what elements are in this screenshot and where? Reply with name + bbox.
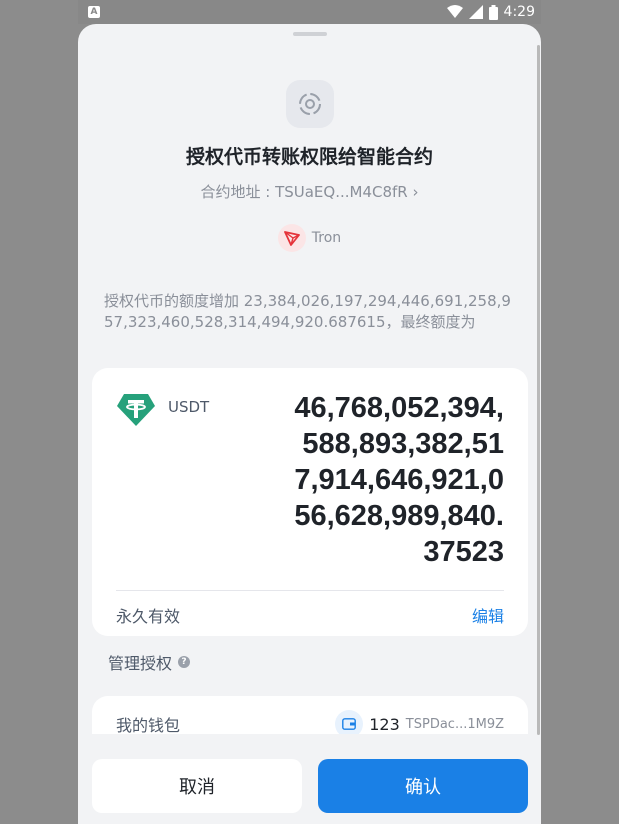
- scrollbar[interactable]: [537, 45, 540, 735]
- confirm-button[interactable]: 确认: [318, 759, 528, 813]
- chevron-right-icon: ›: [412, 183, 419, 201]
- battery-icon: [488, 4, 498, 20]
- page-title: 授权代币转账权限给智能合约: [185, 146, 433, 168]
- contract-icon: [286, 80, 334, 128]
- chain-name: Tron: [311, 230, 342, 246]
- edit-button[interactable]: 编辑: [472, 603, 504, 627]
- chain-badge: Tron: [78, 224, 541, 252]
- status-time: 4:29: [503, 4, 535, 20]
- manage-authorization-label: 管理授权: [108, 654, 173, 673]
- manage-authorization-link[interactable]: 管理授权 ?: [108, 650, 191, 674]
- contract-address-text: 合约地址 : TSUaEQ...M4C8fR: [200, 183, 408, 201]
- allowance-card: USDT 46,768,052,394,588,893,382,517,914,…: [92, 368, 528, 636]
- wifi-icon: [446, 5, 463, 18]
- drag-handle[interactable]: [293, 32, 327, 36]
- usdt-icon: [116, 390, 156, 430]
- help-icon[interactable]: ?: [178, 656, 191, 668]
- allowance-description: 授权代币的额度增加 23,384,026,197,294,446,691,258…: [104, 292, 511, 331]
- status-bar: A 4:29: [78, 0, 541, 24]
- notification-icon: A: [88, 6, 100, 18]
- authorization-sheet: 授权代币转账权限给智能合约 合约地址 : TSUaEQ...M4C8fR › T…: [78, 24, 541, 824]
- wallet-name: 123: [369, 714, 400, 734]
- signal-icon: [468, 5, 483, 19]
- final-allowance-amount: 46,768,052,394,588,893,382,517,914,646,9…: [294, 392, 504, 568]
- tron-icon: [277, 224, 306, 252]
- contract-address-link[interactable]: 合约地址 : TSUaEQ...M4C8fR ›: [78, 181, 541, 202]
- token-symbol: USDT: [168, 398, 210, 416]
- action-footer: 取消 确认: [78, 734, 541, 824]
- wallet-address: TSPDac...1M9Z: [405, 716, 504, 732]
- cancel-button[interactable]: 取消: [92, 759, 302, 813]
- wallet-label: 我的钱包: [116, 716, 181, 735]
- validity-label: 永久有效: [116, 607, 181, 626]
- divider: [116, 590, 504, 591]
